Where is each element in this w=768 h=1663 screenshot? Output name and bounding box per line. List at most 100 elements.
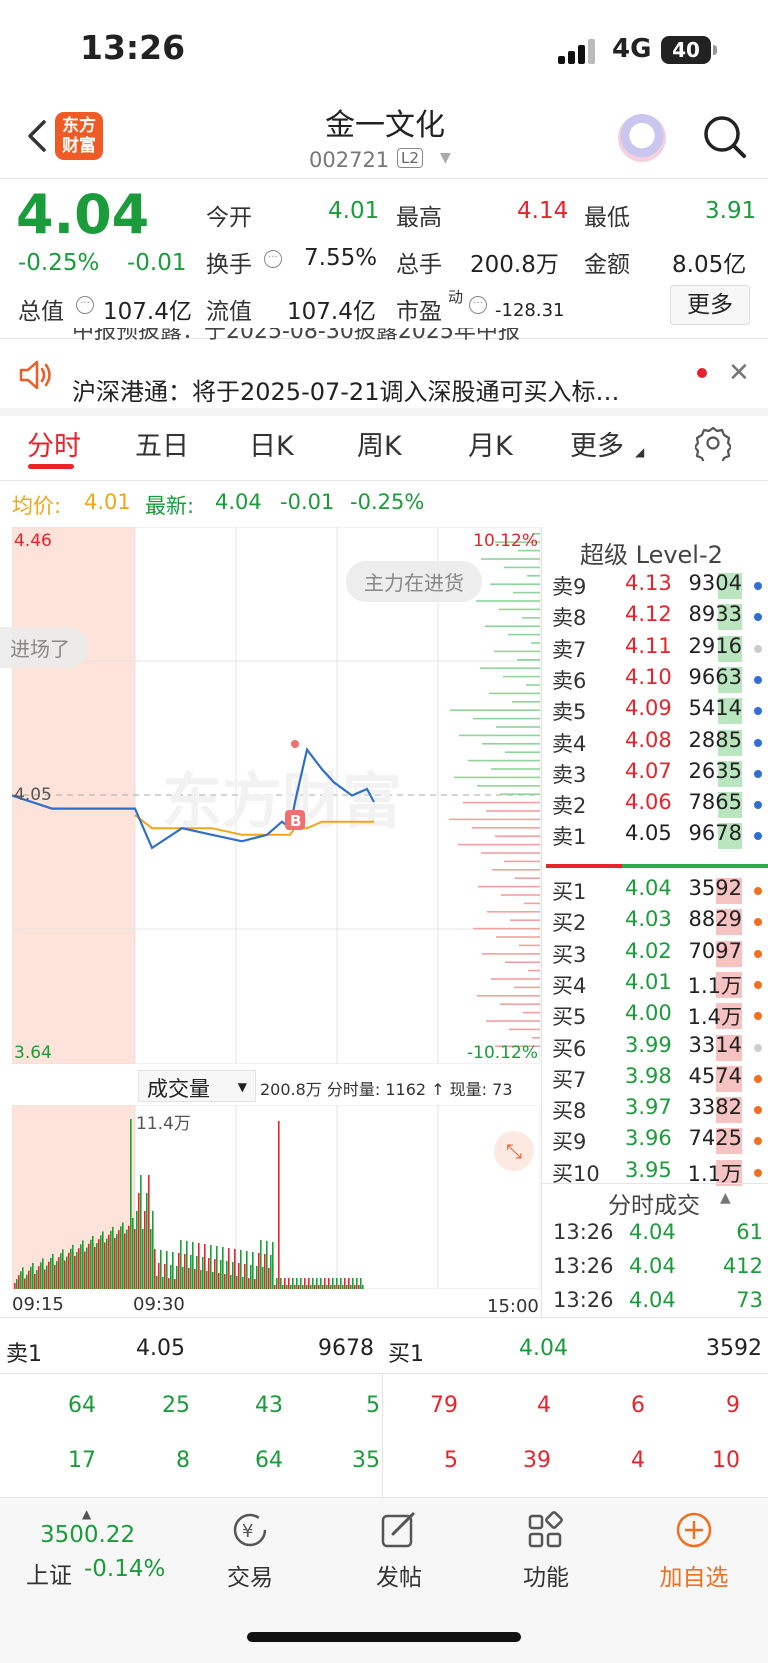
divider	[0, 178, 768, 179]
bid-level-row[interactable]: 买6 3.99 3314	[550, 1033, 768, 1063]
ask-level-row[interactable]: 卖2 4.06 7865	[550, 790, 768, 820]
volume-bar	[146, 1193, 148, 1289]
volume-bar	[90, 1239, 92, 1289]
depth-bar	[499, 608, 540, 611]
ask-level-row[interactable]: 卖5 4.09 5414	[550, 696, 768, 726]
volume-bar	[244, 1264, 246, 1289]
volume-bar	[282, 1285, 284, 1289]
intraday-chart[interactable]: 东方财富 B 4.46 4.05 3.64 10.12% -10.12% 主力在…	[0, 527, 540, 1064]
info-icon[interactable]: ···	[264, 250, 282, 268]
ask-level-row[interactable]: 卖1 4.05 9678	[550, 821, 768, 851]
ask-level-row[interactable]: 卖7 4.11 2916	[550, 634, 768, 664]
level-label: 卖3	[552, 762, 587, 787]
tab-more[interactable]: 更多	[570, 424, 624, 463]
bid-queue-cell: 9	[726, 1393, 740, 1418]
bid-level-row[interactable]: 买3 4.02 7097	[550, 939, 768, 969]
volume-chart[interactable]: 11.4万 ⤡	[12, 1105, 540, 1289]
stock-code[interactable]: 002721	[309, 148, 389, 172]
robot-assistant-icon[interactable]	[618, 114, 666, 162]
bid-level-row[interactable]: 买2 4.03 8829	[550, 907, 768, 937]
close-icon[interactable]: ✕	[728, 358, 750, 388]
volume-bar	[316, 1278, 318, 1289]
level-volume: 1.1万	[687, 973, 742, 998]
current-price: 4.04	[16, 183, 150, 246]
nav-functions[interactable]: 功能	[496, 1558, 596, 1592]
index-value[interactable]: 3500.22	[40, 1522, 135, 1548]
bid-level-row[interactable]: 买8 3.97 3382	[550, 1095, 768, 1125]
volume-bar	[264, 1254, 266, 1289]
back-icon[interactable]	[18, 112, 58, 160]
news-ticker[interactable]: 沪深港通：将于2025-07-21调入深股通可买入标…	[72, 372, 672, 407]
app-logo[interactable]: 东方 财富	[55, 112, 103, 160]
ask-level-row[interactable]: 卖6 4.10 9663	[550, 665, 768, 695]
volume-bar	[308, 1278, 310, 1289]
event-bubble[interactable]: 进场了	[0, 627, 88, 668]
avg-value: 4.01	[84, 490, 131, 514]
post-icon[interactable]	[379, 1510, 419, 1550]
bid-level-row[interactable]: 买7 3.98 4574	[550, 1064, 768, 1094]
info-icon[interactable]: ···	[469, 296, 487, 314]
capital-flow-bubble[interactable]: 主力在进货	[346, 561, 482, 602]
depth-bar	[505, 751, 540, 753]
volume-selector[interactable]: 成交量 ▼	[138, 1070, 256, 1102]
ask-level-row[interactable]: 卖3 4.07 2635	[550, 759, 768, 789]
volume-bar	[130, 1119, 132, 1289]
expand-icon[interactable]: ⤡	[494, 1131, 534, 1171]
volume-bar	[358, 1285, 360, 1289]
volume-bar	[56, 1261, 58, 1289]
nav-trade[interactable]: 交易	[200, 1558, 300, 1592]
volume-bar	[138, 1193, 140, 1289]
ask-level-row[interactable]: 卖8 4.12 8933	[550, 602, 768, 632]
bid-level-row[interactable]: 买9 3.96 7425	[550, 1126, 768, 1156]
gear-icon[interactable]	[695, 425, 731, 461]
depth-bar	[482, 953, 540, 955]
depth-bar	[486, 810, 540, 812]
tick-time: 13:26	[553, 1254, 614, 1278]
index-name[interactable]: 上证	[26, 1556, 72, 1590]
nav-post[interactable]: 发帖	[349, 1558, 449, 1592]
volume-bar	[160, 1250, 162, 1289]
volume-bar	[16, 1279, 18, 1289]
volume-label: 总手	[396, 252, 442, 278]
depth-bar	[496, 726, 540, 728]
divider	[0, 480, 768, 481]
bid-level-row[interactable]: 买4 4.01 1.1万	[550, 970, 768, 1000]
volume-bar	[262, 1267, 264, 1289]
news-previous[interactable]: 中报预披露：于2025-08-30披露2025年中报	[72, 328, 520, 346]
tab-intraday[interactable]: 分时	[27, 424, 81, 463]
volume-bar	[332, 1278, 334, 1289]
level-dot	[754, 707, 762, 716]
depth-bar	[526, 684, 540, 686]
tab-5day[interactable]: 五日	[135, 424, 189, 463]
orderbook-title[interactable]: 超级 Level-2	[580, 535, 723, 570]
tab-daily-k[interactable]: 日K	[249, 424, 294, 463]
volume-bar	[20, 1271, 22, 1289]
volume-max-label: 11.4万	[136, 1114, 191, 1134]
search-icon[interactable]	[700, 110, 748, 162]
bid-level-row[interactable]: 买1 4.04 3592	[550, 876, 768, 906]
chevron-up-icon[interactable]: ▲	[720, 1190, 731, 1206]
index-change[interactable]: -0.14%	[84, 1556, 165, 1582]
info-icon[interactable]: ···	[76, 296, 94, 314]
add-watchlist-icon[interactable]	[674, 1510, 714, 1550]
avg-label: 均价:	[12, 494, 62, 518]
volume-bar	[362, 1285, 364, 1289]
time-open: 09:30	[133, 1294, 185, 1315]
ticks-title[interactable]: 分时成交	[608, 1186, 700, 1220]
tab-monthly-k[interactable]: 月K	[468, 424, 513, 463]
ask-level-row[interactable]: 卖9 4.13 9304	[550, 571, 768, 601]
bid-level-row[interactable]: 买5 4.00 1.4万	[550, 1001, 768, 1031]
tab-weekly-k[interactable]: 周K	[357, 424, 402, 463]
functions-icon[interactable]	[526, 1510, 566, 1550]
volume-bar	[330, 1285, 332, 1289]
volume-bar	[64, 1260, 66, 1289]
chevron-up-icon[interactable]: ▲	[82, 1507, 91, 1521]
volume-bar	[258, 1253, 260, 1289]
nav-add-watchlist[interactable]: 加自选	[644, 1558, 744, 1592]
more-button[interactable]: 更多	[670, 285, 750, 325]
trade-icon[interactable]: ¥	[230, 1510, 270, 1550]
tab-indicator	[28, 464, 74, 469]
ask-level-row[interactable]: 卖4 4.08 2885	[550, 728, 768, 758]
chevron-down-icon[interactable]: ▼	[440, 150, 451, 166]
ask-queue-cell: 17	[68, 1448, 96, 1473]
